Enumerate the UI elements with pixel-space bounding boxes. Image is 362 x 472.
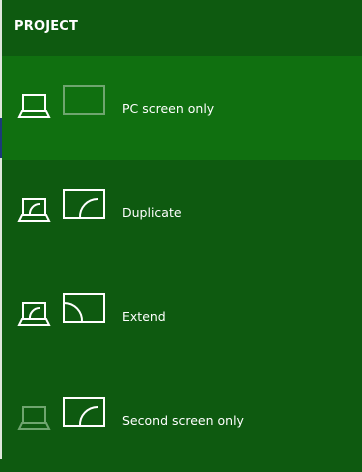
duplicate-icon [17,189,105,222]
option-second-screen-only[interactable]: Second screen only [2,368,362,472]
option-extend[interactable]: Extend [2,264,362,368]
pc-screen-only-icon [17,85,105,118]
option-label: Duplicate [122,205,182,220]
option-label: Extend [122,309,166,324]
option-pc-screen-only[interactable]: PC screen only [2,56,362,160]
second-screen-only-icon [17,397,105,430]
panel-title: PROJECT [14,19,79,34]
option-label: PC screen only [122,101,215,116]
option-duplicate[interactable]: Duplicate [2,160,362,264]
option-label: Second screen only [122,413,244,428]
extend-icon [17,293,105,326]
project-panel: PROJECT PC screen only Duplicate Extend … [2,0,362,459]
